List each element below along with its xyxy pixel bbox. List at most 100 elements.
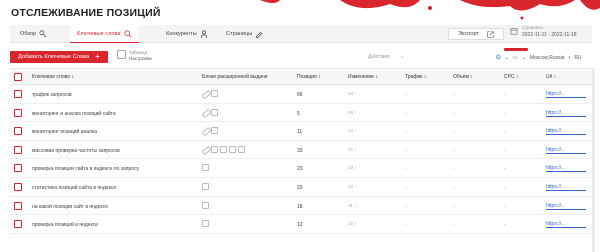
table-row[interactable]: мониторинг и анализ позиций сайта 5 26 ↑ - -… [10, 104, 592, 123]
col-url[interactable]: Url ↕ [546, 74, 556, 80]
calendar-icon[interactable] [510, 27, 518, 35]
table-row[interactable]: проверка позиции сайта в яндексе по запр… [10, 159, 592, 178]
keyword-cell[interactable]: проверка позиций в яндексе [32, 222, 98, 228]
position-cell: 23 [297, 184, 303, 191]
cpc-cell: - [504, 147, 506, 154]
keyword-cell[interactable]: на какой позиции сайт в яндексе [32, 204, 108, 210]
separator-dot: • [568, 55, 571, 61]
traffic-cell: - [405, 203, 407, 210]
tab-overview-label: Обзор [20, 31, 37, 37]
col-position[interactable]: Позиция ↕ [297, 74, 321, 80]
serp-feature-icon [220, 145, 227, 153]
actions-dropdown[interactable]: Действия ⌄ [368, 54, 404, 60]
col-volume[interactable]: Объём ↕ [453, 74, 473, 80]
table-row[interactable]: трафик запросов 66 34 ↑ - - - https://... [10, 85, 592, 104]
table-row[interactable]: проверка позиций в яндексе 12 10 ↑ - - - https… [10, 215, 592, 234]
keyword-cell[interactable]: статистика позиций сайта в яндексе [32, 185, 116, 191]
col-change[interactable]: Изменение ↕ [348, 74, 378, 80]
row-checkbox[interactable] [14, 127, 22, 136]
add-keywords-button[interactable]: Добавить Ключевые Слова + [10, 51, 108, 63]
url-link[interactable]: https://... [546, 221, 586, 229]
compare-dates[interactable]: Сравнить 2022-11-11 - 2022-11-18 [522, 26, 576, 38]
keyword-cell[interactable]: трафик запросов [32, 92, 72, 98]
table-body: трафик запросов 66 34 ↑ - - - https://... монит… [10, 85, 592, 234]
page-title: ОТСЛЕЖИВАНИЕ ПОЗИЦИЙ [11, 7, 161, 19]
cpc-cell: - [504, 129, 506, 136]
url-link[interactable]: https://... [546, 184, 586, 191]
table-row[interactable]: мониторинг позиций анализ 11 24 ↑ - - - https:… [10, 122, 592, 141]
serp-features [202, 220, 209, 228]
serp-feature-icon [211, 90, 218, 97]
tab-bar: Обзор Ключевые слова Конкуренты Страницы… [10, 25, 592, 43]
table-row[interactable]: массовая проверка частоты запросов 33 21 ↑… [10, 141, 592, 160]
url-link[interactable]: https://... [546, 91, 586, 98]
search-icon [123, 29, 132, 37]
keyword-cell[interactable]: мониторинг позиций анализ [32, 129, 97, 135]
serp-feature-icon [202, 182, 209, 190]
keyword-cell[interactable]: мониторинг и анализ позиций сайта [32, 111, 116, 117]
serp-feature-icon [229, 145, 236, 153]
traffic-cell: - [405, 147, 407, 154]
serp-feature-icon [211, 145, 218, 153]
url-link[interactable]: https://... [546, 165, 586, 173]
table-header: Ключевое слово ↕ Блоки расширенной выдач… [10, 68, 592, 85]
link-icon [202, 127, 209, 134]
add-keywords-label: Добавить Ключевые Слова [18, 54, 90, 60]
position-cell: 23 [297, 166, 303, 173]
tab-pages[interactable]: Страницы [226, 25, 263, 43]
table-row[interactable]: на какой позиции сайт в яндексе 18 11 ↑ - - -… [10, 197, 592, 216]
location-selector[interactable]: G ⌄ ▭ ⌄ Moscow,Russia • RU [496, 55, 582, 61]
row-checkbox[interactable] [14, 201, 22, 210]
col-cpc[interactable]: CPC ↕ [504, 74, 518, 80]
position-cell: 11 [297, 129, 303, 136]
row-checkbox[interactable] [14, 164, 22, 173]
traffic-cell: - [405, 222, 407, 229]
volume-cell: - [453, 184, 455, 191]
keyword-cell[interactable]: массовая проверка частоты запросов [32, 148, 120, 154]
serp-features [202, 201, 209, 209]
change-cell: 12 ↑ [348, 184, 358, 190]
tab-keywords[interactable]: Ключевые слова [70, 25, 139, 43]
row-checkbox[interactable] [14, 145, 22, 154]
position-cell: 5 [297, 110, 300, 117]
position-cell: 12 [297, 222, 303, 229]
url-link[interactable]: https://... [546, 110, 586, 117]
plus-icon: + [95, 52, 100, 61]
tab-competitors[interactable]: Конкуренты [166, 25, 208, 43]
keywords-table: Ключевое слово ↕ Блоки расширенной выдач… [10, 68, 592, 234]
link-icon [202, 90, 209, 97]
url-link[interactable]: https://... [546, 203, 586, 210]
col-keyword[interactable]: Ключевое слово ↕ [32, 74, 74, 80]
col-traffic[interactable]: Трафик ↕ [405, 74, 426, 80]
location-region: Moscow,Russia [529, 55, 565, 61]
chart-icon [39, 30, 47, 38]
settings-label: Настройки [129, 55, 152, 61]
row-checkbox[interactable] [14, 220, 22, 229]
serp-features [202, 90, 218, 97]
traffic-cell: - [405, 110, 407, 117]
scrollbar[interactable] [592, 68, 595, 252]
select-all-checkbox[interactable] [14, 73, 22, 81]
row-checkbox[interactable] [14, 90, 22, 98]
table-settings-button[interactable]: Таблица Настройки [117, 50, 152, 61]
change-cell: 34 ↑ [348, 92, 358, 97]
url-link[interactable]: https://... [546, 147, 586, 154]
date-range: 2022-11-11 - 2022-11-18 [522, 31, 577, 38]
row-checkbox[interactable] [14, 182, 22, 191]
redacted-bar [504, 48, 528, 51]
row-checkbox[interactable] [14, 108, 22, 117]
col-serp: Блоки расширенной выдачи [202, 74, 268, 80]
cpc-cell: - [504, 203, 506, 210]
export-button[interactable]: Экспорт [448, 28, 504, 40]
change-cell: 24 ↑ [348, 129, 358, 135]
cpc-cell: - [504, 110, 506, 117]
serp-feature-icon [211, 108, 218, 116]
url-link[interactable]: https://... [546, 128, 586, 136]
keyword-cell[interactable]: проверка позиции сайта в яндексе по запр… [32, 166, 139, 172]
table-row[interactable]: статистика позиций сайта в яндексе 23 12 ↑… [10, 178, 592, 197]
serp-feature-icon [202, 164, 209, 172]
tab-overview[interactable]: Обзор [20, 25, 47, 43]
volume-cell: - [453, 222, 455, 229]
traffic-cell: - [405, 166, 407, 173]
tab-pages-label: Страницы [226, 31, 253, 37]
